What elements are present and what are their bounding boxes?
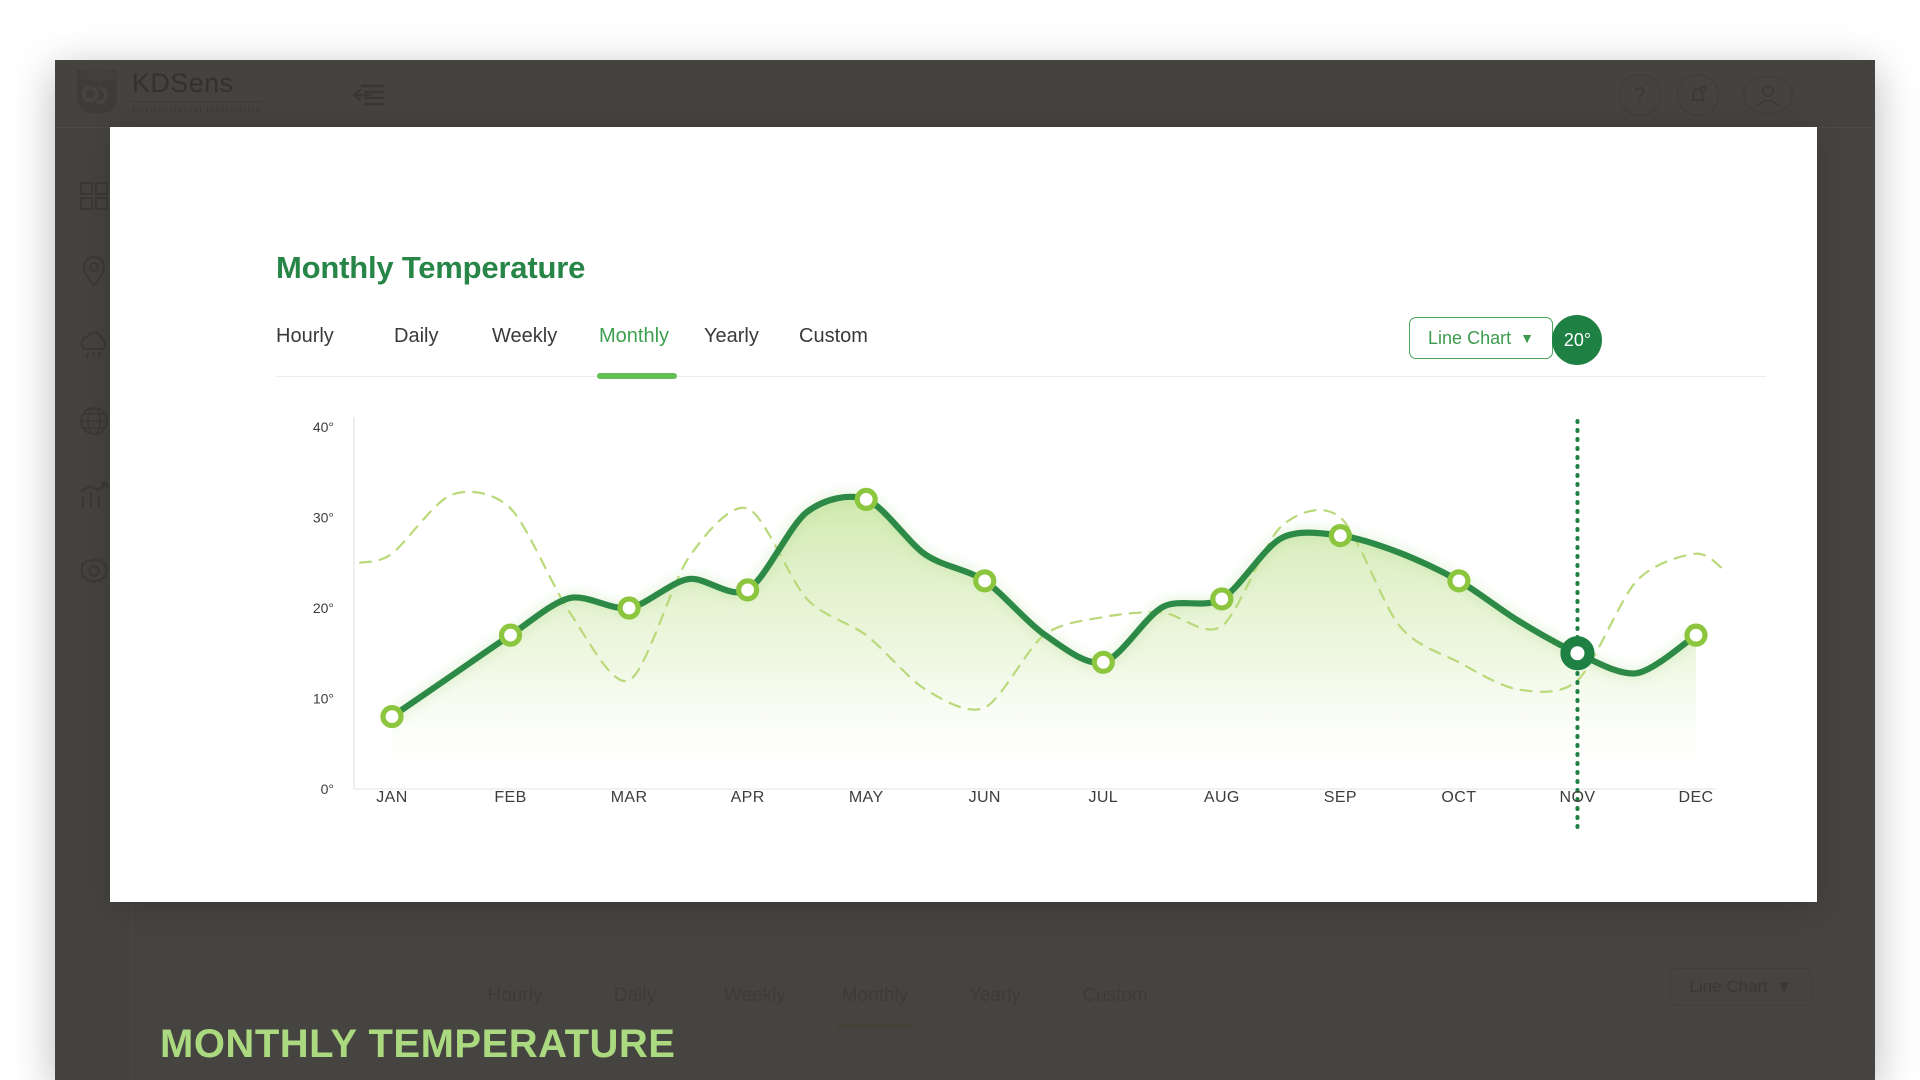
chart-marker[interactable] (1328, 523, 1352, 548)
chart-marker[interactable] (498, 623, 523, 647)
x-axis-labels: JAN FEB MAR APR MAY JUN JUL AUG SEP OCT NOV DEC (276, 789, 1776, 813)
screen: KDSens Environmental Informatics ? Hourl… (0, 0, 1920, 1080)
chart-marker[interactable] (617, 596, 641, 620)
ghost-tab-custom: Custom (1082, 985, 1148, 1006)
ghost-tab-weekly: Weekly (724, 985, 786, 1006)
ghost-dropdown-label: Line Chart (1689, 977, 1768, 996)
x-tick-label: OCT (1441, 789, 1477, 806)
chevron-down-icon: ▼ (1520, 330, 1534, 346)
ghost-tab-monthly: Monthly (815, 985, 935, 1007)
tab-daily[interactable]: Daily (394, 325, 492, 376)
brand-tagline: Environmental Informatics (132, 104, 262, 114)
topbar-actions: ? (1619, 74, 1793, 116)
globe-icon (79, 406, 108, 435)
y-tick-label: 40° (313, 419, 334, 435)
x-tick-label: MAY (848, 789, 884, 806)
y-tick-label: 20° (313, 600, 334, 616)
chart-type-label: Line Chart (1428, 327, 1512, 348)
chart-marker-highlighted[interactable] (1560, 636, 1595, 671)
grid-icon (79, 181, 108, 210)
collapse-sidebar-icon[interactable] (351, 82, 386, 110)
chart-area-fill (392, 496, 1696, 789)
chart-svg: 0°10°20°30°40° (313, 417, 1728, 829)
chevron-down-icon: ▼ (1775, 977, 1793, 996)
background-page-title: MONTHLY TEMPERATURE (160, 1022, 676, 1066)
y-tick-label: 10° (313, 691, 334, 707)
user-avatar-icon[interactable] (1743, 76, 1793, 114)
ghost-tab-daily: Daily (613, 985, 657, 1006)
chart-marker[interactable] (1447, 569, 1471, 593)
x-tick-label: AUG (1203, 789, 1240, 806)
notification-bell-icon[interactable] (1677, 74, 1719, 116)
tab-custom[interactable]: Custom (799, 325, 868, 376)
tab-monthly[interactable]: Monthly (597, 325, 704, 379)
bar-chart-icon (80, 481, 108, 508)
x-tick-label: DEC (1678, 789, 1714, 806)
brand-name: KDSens (132, 69, 262, 102)
gear-icon (79, 557, 108, 583)
x-tick-label: MAR (610, 789, 648, 806)
value-tooltip-label: 20° (1563, 329, 1592, 350)
x-tick-label: JUN (968, 789, 1001, 806)
x-tick-label: NOV (1559, 789, 1596, 806)
ghost-tab-yearly: Yearly (968, 985, 1022, 1006)
background-ghost-dropdown: Line Chart ▼ (1670, 968, 1812, 1006)
cloud-rain-icon (79, 331, 106, 358)
temperature-line-chart[interactable]: 0° 10° 20° 30° 40° (276, 417, 1776, 837)
ghost-tab-hourly: Hourly (487, 985, 543, 1006)
brand-mark-icon (74, 68, 120, 116)
tab-hourly[interactable]: Hourly (276, 325, 394, 376)
x-tick-label: SEP (1323, 789, 1357, 806)
brand-logo: KDSens Environmental Informatics (74, 68, 262, 116)
tab-yearly[interactable]: Yearly (704, 325, 799, 376)
x-tick-label: FEB (494, 789, 527, 806)
chart-marker[interactable] (736, 578, 760, 602)
chart-card: Monthly Temperature Hourly Daily Weekly … (110, 127, 1817, 902)
tab-weekly[interactable]: Weekly (492, 325, 599, 376)
chart-marker[interactable] (973, 569, 997, 593)
map-pin-icon (82, 255, 105, 286)
chart-marker[interactable] (1684, 623, 1708, 647)
x-tick-label: JUL (1088, 789, 1119, 806)
app-topbar: KDSens Environmental Informatics ? (55, 60, 1875, 128)
y-axis-ticks: 0°10°20°30°40° (313, 419, 334, 797)
background-ghost-tabs: Hourly Daily Weekly Monthly Yearly Custo… (455, 985, 1175, 1007)
chart-marker[interactable] (1091, 650, 1115, 674)
chart-marker[interactable] (1210, 587, 1234, 611)
help-icon[interactable]: ? (1619, 74, 1661, 116)
chart-type-dropdown[interactable]: Line Chart ▼ (1409, 317, 1553, 359)
x-tick-label: APR (730, 789, 765, 806)
x-tick-label: JAN (376, 789, 408, 806)
page-title: Monthly Temperature (276, 250, 586, 285)
y-tick-label: 30° (313, 510, 334, 526)
chart-marker[interactable] (380, 705, 404, 729)
chart-marker[interactable] (854, 487, 878, 512)
